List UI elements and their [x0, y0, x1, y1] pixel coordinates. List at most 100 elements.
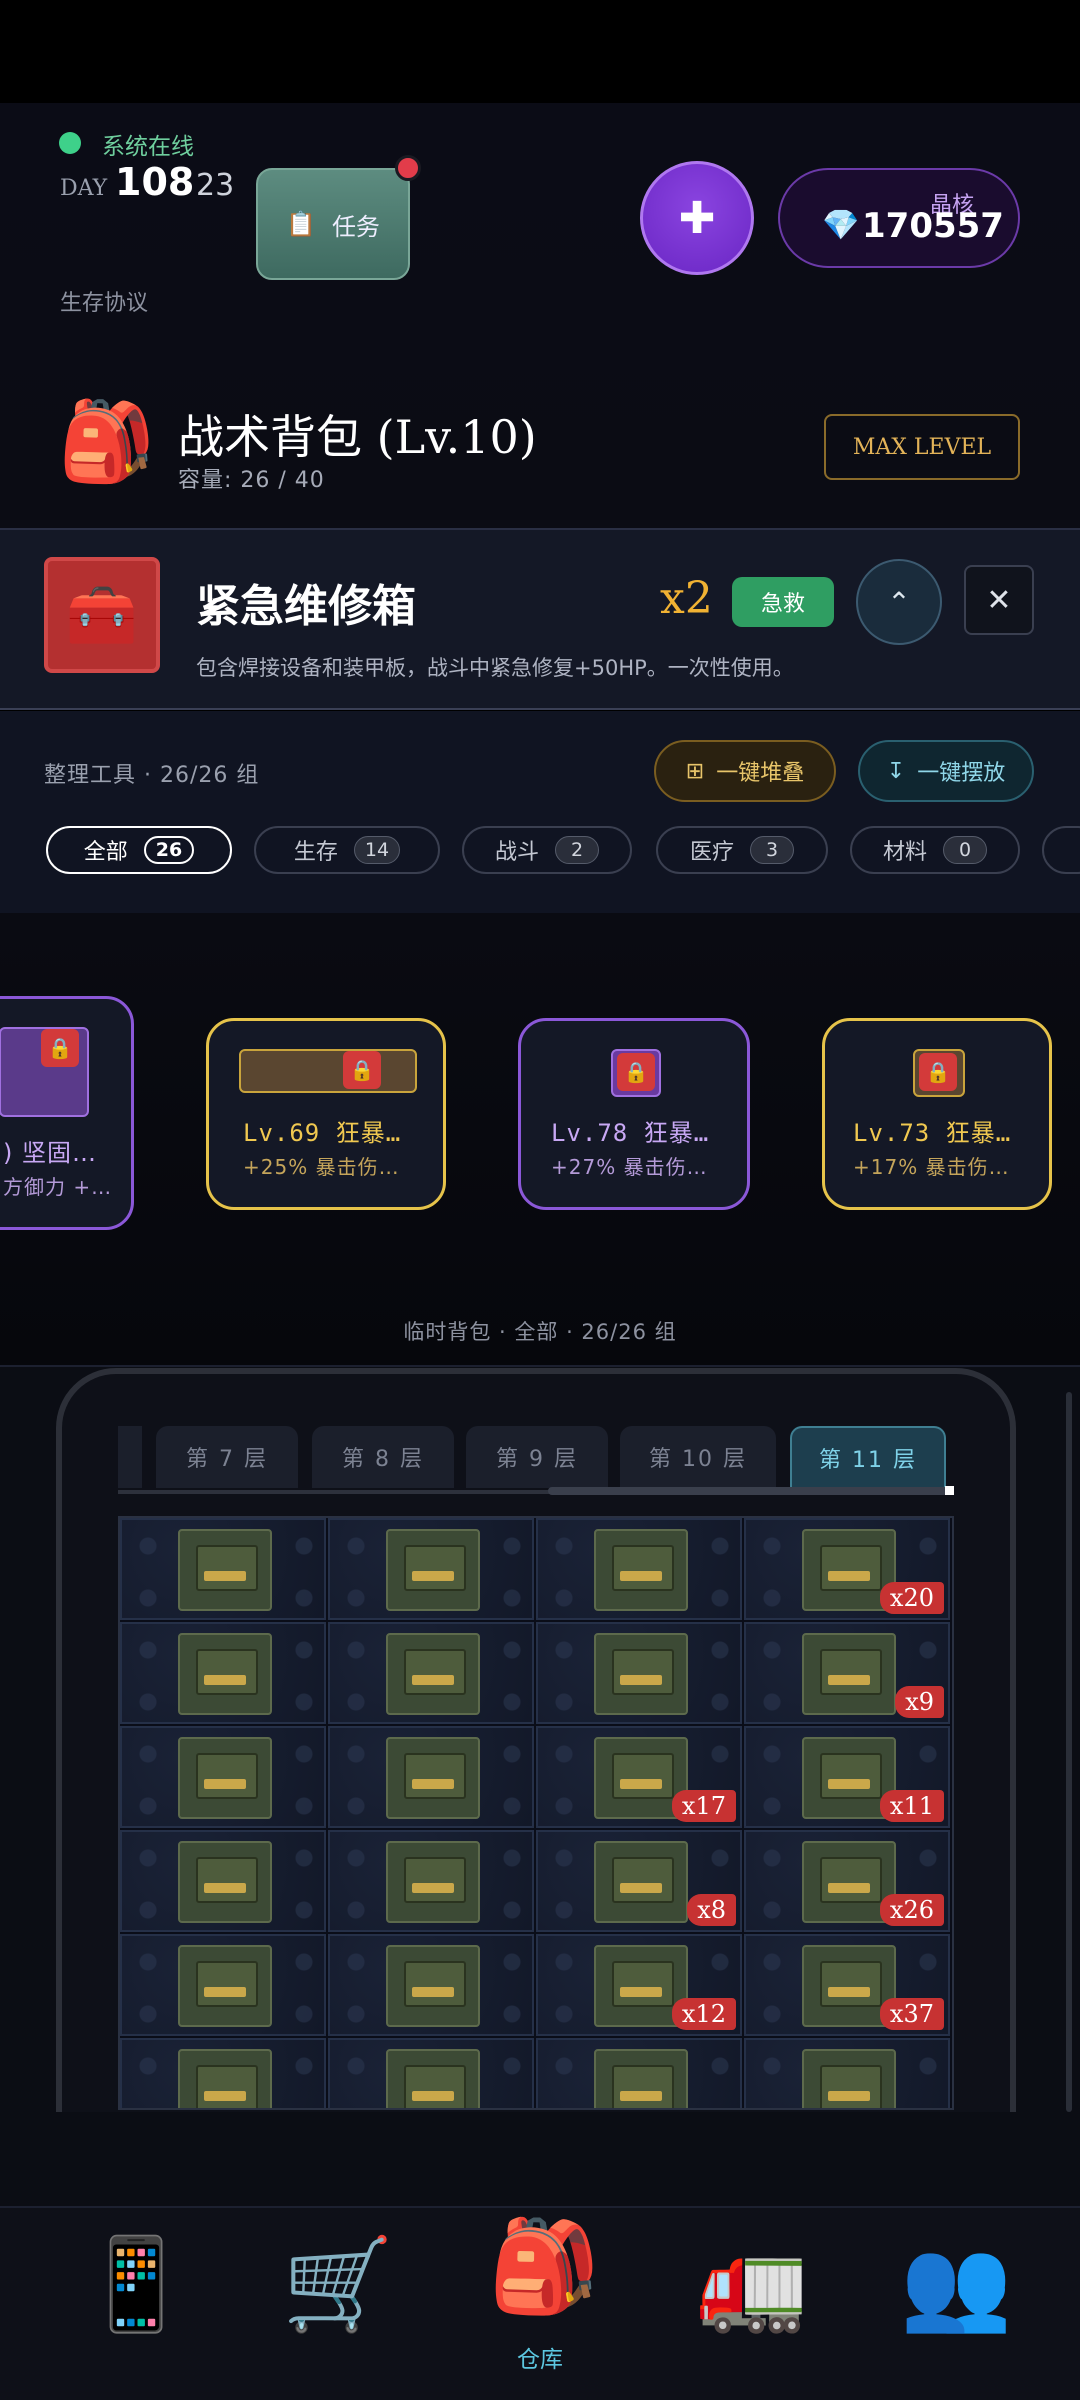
- inventory-slot[interactable]: x8: [536, 1830, 742, 1932]
- stack-count-badge: x8: [687, 1894, 736, 1926]
- layer-tab-9[interactable]: 第 9 层: [466, 1426, 608, 1488]
- inventory-slot[interactable]: [328, 2038, 534, 2108]
- ammo-box-icon: [178, 1945, 272, 2027]
- arrange-all-label: 一键摆放: [917, 761, 1006, 786]
- inventory-slot[interactable]: [120, 1518, 326, 1620]
- inventory-slot[interactable]: [328, 1726, 534, 1828]
- inventory-slot[interactable]: [536, 1518, 742, 1620]
- layer-tabs-scroll-end: [945, 1486, 954, 1495]
- ammo-box-icon: [594, 1841, 688, 1923]
- inventory-slot[interactable]: x12: [536, 1934, 742, 2036]
- ammo-box-icon: [386, 1633, 480, 1715]
- lock-icon: 🔒: [343, 1051, 381, 1089]
- day-number: 108: [115, 160, 195, 204]
- inventory-slot[interactable]: [744, 2038, 950, 2108]
- inventory-slot[interactable]: [120, 1830, 326, 1932]
- item-category-tag: 急救: [732, 577, 834, 627]
- close-button[interactable]: ✕: [964, 565, 1034, 635]
- equipment-thumbnail: [239, 1049, 417, 1093]
- ammo-box-icon: [178, 2049, 272, 2108]
- filter-chip-medical[interactable]: 医疗 3: [656, 826, 828, 874]
- inventory-slot[interactable]: x26: [744, 1830, 950, 1932]
- layer-tab-8[interactable]: 第 8 层: [312, 1426, 454, 1488]
- equipment-title: Lv.69 狂暴…: [243, 1119, 402, 1147]
- inventory-grid[interactable]: x20 x9 x17 x11 x8 x26 x12 x37: [118, 1516, 954, 2110]
- ammo-box-icon: [594, 1633, 688, 1715]
- layer-tab-partial[interactable]: [118, 1426, 142, 1488]
- inventory-slot[interactable]: [536, 2038, 742, 2108]
- inventory-slot[interactable]: [536, 1622, 742, 1724]
- stack-count-badge: x37: [879, 1998, 944, 2030]
- crystal-value: 170557: [862, 206, 1004, 246]
- lock-icon: 🔒: [41, 1029, 79, 1067]
- inventory-slot[interactable]: x17: [536, 1726, 742, 1828]
- inventory-slot[interactable]: [328, 1830, 534, 1932]
- filter-count: 14: [353, 836, 401, 864]
- stack-count-badge: x12: [671, 1998, 736, 2030]
- filter-chip-combat[interactable]: 战斗 2: [462, 826, 632, 874]
- collapse-button[interactable]: ⌃: [856, 559, 942, 645]
- ammo-box-icon: [594, 1529, 688, 1611]
- inventory-slot[interactable]: [328, 1934, 534, 2036]
- backpack-icon: 🎒: [58, 397, 156, 487]
- stack-count-badge: x17: [671, 1790, 736, 1822]
- arrow-down-icon: ↧: [886, 758, 906, 784]
- filter-chip-survival[interactable]: 生存 14: [254, 826, 440, 874]
- equipment-stat: +25% 暴击伤…: [243, 1155, 400, 1179]
- ammo-box-icon: [386, 1841, 480, 1923]
- arrange-all-button[interactable]: ↧ 一键摆放: [858, 740, 1034, 802]
- inventory-slot[interactable]: [120, 1622, 326, 1724]
- max-level-button[interactable]: MAX LEVEL: [824, 414, 1020, 480]
- ammo-box-icon: [178, 1737, 272, 1819]
- item-quantity: x2: [660, 573, 713, 624]
- ammo-box-icon: [386, 1945, 480, 2027]
- equipment-title: ) 坚固…: [3, 1139, 97, 1167]
- nav-truck-icon[interactable]: 🚛: [696, 2240, 808, 2330]
- filter-chip-all[interactable]: 全部 26: [46, 826, 232, 874]
- inventory-slot[interactable]: [328, 1622, 534, 1724]
- stack-all-label: 一键堆叠: [716, 761, 805, 786]
- filter-count: 0: [943, 836, 987, 864]
- equipment-card[interactable]: 🔒 ) 坚固… 方御力 +…: [0, 996, 134, 1230]
- ammo-box-icon: [802, 1633, 896, 1715]
- equipment-card[interactable]: 🔒 Lv.69 狂暴… +25% 暴击伤…: [206, 1018, 446, 1210]
- ammo-box-icon: [594, 2049, 688, 2108]
- inventory-slot[interactable]: [120, 1726, 326, 1828]
- layer-tab-7[interactable]: 第 7 层: [156, 1426, 298, 1488]
- inventory-slot[interactable]: x37: [744, 1934, 950, 2036]
- backpack-capacity: 容量: 26 / 40: [178, 468, 325, 493]
- nav-warehouse-backpack-icon[interactable]: 🎒: [488, 2222, 600, 2312]
- online-status-text: 系统在线: [102, 134, 194, 160]
- stack-all-button[interactable]: ⊞ 一键堆叠: [654, 740, 836, 802]
- equipment-card[interactable]: 🔒 Lv.73 狂暴… +17% 暴击伤…: [822, 1018, 1052, 1210]
- inventory-slot[interactable]: [120, 1934, 326, 2036]
- inventory-slot[interactable]: [328, 1518, 534, 1620]
- inventory-slot[interactable]: x9: [744, 1622, 950, 1724]
- filter-chip-materials[interactable]: 材料 0: [850, 826, 1020, 874]
- filter-label: 材料: [882, 840, 927, 865]
- stack-count-badge: x11: [879, 1790, 944, 1822]
- layer-tab-11[interactable]: 第 11 层: [790, 1426, 946, 1488]
- plus-icon: ✚: [678, 192, 716, 244]
- inventory-slot[interactable]: x20: [744, 1518, 950, 1620]
- nav-warehouse-label[interactable]: 仓库: [508, 2340, 572, 2374]
- nav-phone-icon[interactable]: 📱: [80, 2240, 192, 2330]
- page-scrollbar[interactable]: [1066, 1392, 1072, 2112]
- nav-team-icon[interactable]: 👥: [900, 2240, 1012, 2330]
- diamond-icon: 💎: [822, 208, 860, 243]
- inventory-slot[interactable]: x11: [744, 1726, 950, 1828]
- layer-tabs-scrollbar[interactable]: [548, 1487, 948, 1495]
- layer-tab-10[interactable]: 第 10 层: [620, 1426, 776, 1488]
- stack-count-badge: x9: [895, 1686, 944, 1718]
- equipment-stat: +17% 暴击伤…: [853, 1155, 1010, 1179]
- add-crystal-button[interactable]: ✚: [640, 161, 754, 275]
- ammo-box-icon: [386, 2049, 480, 2108]
- filter-label: 全部: [83, 840, 128, 865]
- filter-count: 3: [750, 836, 794, 864]
- bottom-spacer: [0, 2112, 1080, 2208]
- equipment-stat: 方御力 +…: [3, 1175, 113, 1199]
- equipment-card[interactable]: 🔒 Lv.78 狂暴… +27% 暴击伤…: [518, 1018, 750, 1210]
- nav-shop-cart-icon[interactable]: 🛒: [282, 2240, 394, 2330]
- inventory-slot[interactable]: [120, 2038, 326, 2108]
- task-button[interactable]: 📋 任务: [256, 168, 410, 280]
